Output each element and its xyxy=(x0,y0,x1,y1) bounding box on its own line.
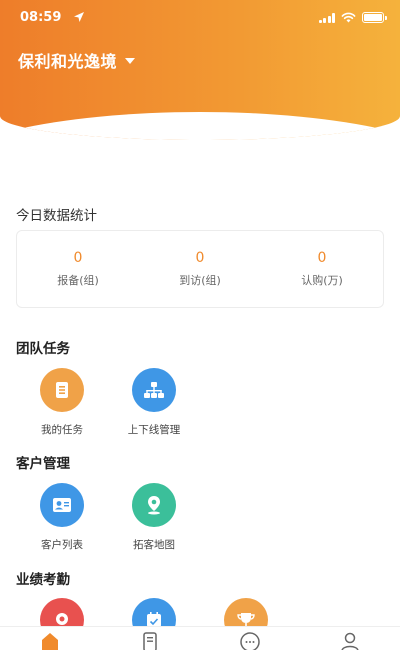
performance-title: 业绩考勤 xyxy=(16,572,70,588)
stat-subscriptions[interactable]: 0 认购(万) xyxy=(261,231,383,307)
stat-label: 报备(组) xyxy=(57,274,99,287)
stat-reports[interactable]: 0 报备(组) xyxy=(17,231,139,307)
stats-title: 今日数据统计 xyxy=(16,208,97,224)
dropdown-caret-icon xyxy=(125,58,136,64)
customer-mgmt-title: 客户管理 xyxy=(16,456,70,472)
tab-home[interactable] xyxy=(0,627,100,650)
customer-list-button[interactable]: 客户列表 xyxy=(16,483,108,552)
stat-value: 0 xyxy=(73,250,83,266)
cellular-signal-icon xyxy=(318,12,335,23)
grid-label: 我的任务 xyxy=(41,424,83,436)
document-icon xyxy=(143,632,157,650)
stats-card: 0 报备(组) 0 到访(组) 0 认购(万) xyxy=(16,230,384,308)
grid-label: 拓客地图 xyxy=(133,539,175,551)
tab-messages[interactable] xyxy=(200,627,300,650)
org-chart-icon xyxy=(132,368,176,412)
stat-label: 到访(组) xyxy=(179,274,221,287)
tab-documents[interactable] xyxy=(100,627,200,650)
stat-value: 0 xyxy=(317,250,327,266)
customer-mgmt-grid: 客户列表 拓客地图 xyxy=(16,483,200,552)
project-selector[interactable]: 保利和光逸境 xyxy=(18,48,136,72)
status-time: 08:59 xyxy=(20,10,62,25)
task-list-icon xyxy=(40,368,84,412)
location-arrow-icon xyxy=(74,12,84,22)
tab-profile[interactable] xyxy=(300,627,400,650)
bottom-tab-bar xyxy=(0,626,400,650)
wifi-icon xyxy=(341,12,356,23)
prospect-map-button[interactable]: 拓客地图 xyxy=(108,483,200,552)
my-tasks-button[interactable]: 我的任务 xyxy=(16,368,108,437)
grid-label: 上下线管理 xyxy=(127,424,181,436)
stat-label: 认购(万) xyxy=(301,274,343,287)
status-icons xyxy=(318,12,387,23)
chat-icon xyxy=(240,632,260,650)
home-icon xyxy=(42,633,58,650)
battery-icon xyxy=(362,12,387,23)
grid-label: 客户列表 xyxy=(41,539,83,551)
profile-icon xyxy=(341,632,359,650)
header-curve xyxy=(0,112,400,140)
map-pin-icon xyxy=(132,483,176,527)
contact-card-icon xyxy=(40,483,84,527)
stat-value: 0 xyxy=(195,250,205,266)
status-bar: 08:59 xyxy=(0,0,400,40)
stat-visits[interactable]: 0 到访(组) xyxy=(139,231,261,307)
team-tasks-title: 团队任务 xyxy=(16,341,70,357)
team-tasks-grid: 我的任务 上下线管理 xyxy=(16,368,200,437)
project-name: 保利和光逸境 xyxy=(18,52,118,71)
hierarchy-management-button[interactable]: 上下线管理 xyxy=(108,368,200,437)
